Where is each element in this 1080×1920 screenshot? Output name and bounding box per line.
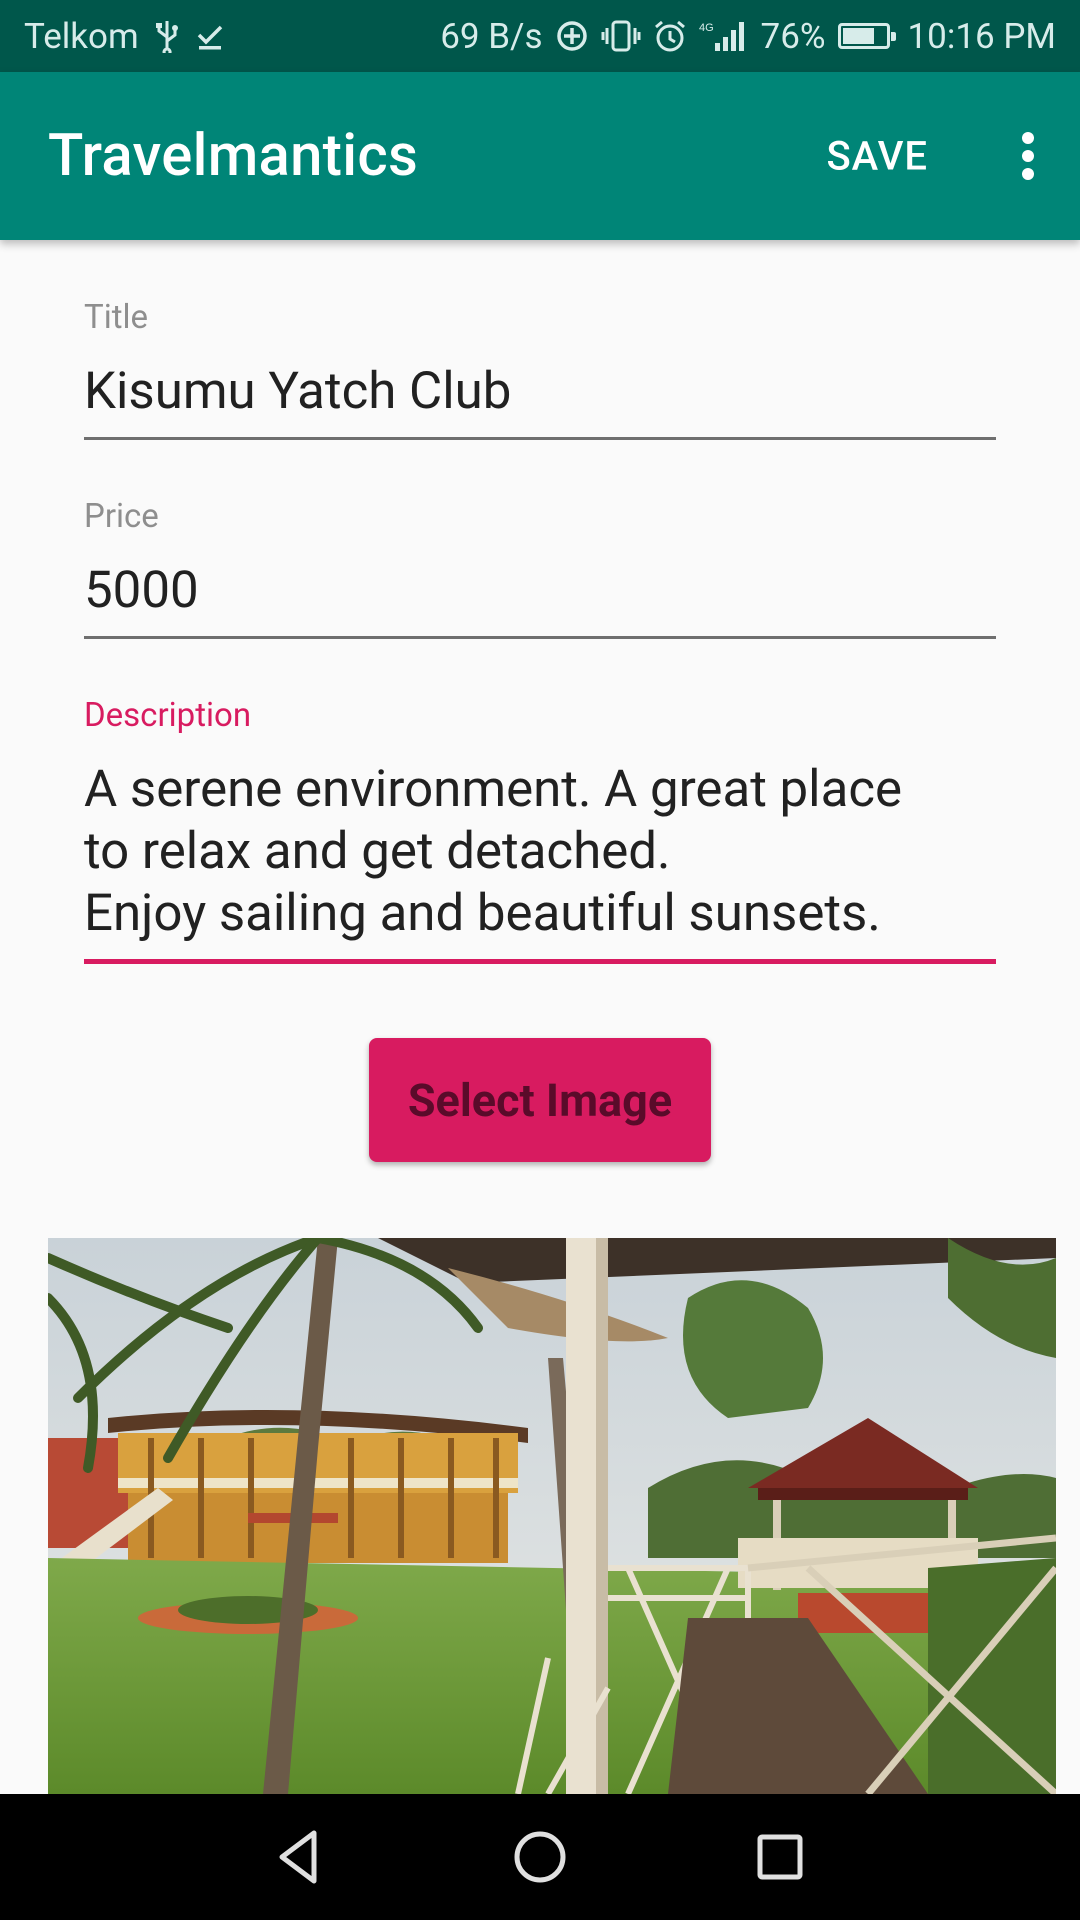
description-line: Enjoy sailing and beautiful sunsets. (84, 884, 881, 943)
title-input[interactable]: Kisumu Yatch Club (84, 361, 996, 423)
price-input[interactable]: 5000 (84, 560, 996, 622)
price-field-label: Price (84, 497, 159, 536)
navigation-bar (0, 1794, 1080, 1920)
overflow-menu-icon[interactable] (1004, 124, 1052, 188)
app-bar: Travelmantics SAVE (0, 72, 1080, 240)
signal-icon: 4G (699, 19, 749, 53)
alarm-icon (653, 19, 687, 53)
back-icon[interactable] (268, 1825, 332, 1889)
app-title: Travelmantics (48, 122, 419, 190)
vibrate-icon (601, 19, 641, 53)
data-saver-icon (555, 19, 589, 53)
description-underline (84, 959, 996, 964)
recents-icon[interactable] (748, 1825, 812, 1889)
carrier-label: Telkom (24, 15, 139, 57)
description-field[interactable]: Description A serene environment. A grea… (84, 696, 996, 964)
select-image-button[interactable]: Select Image (369, 1038, 711, 1162)
network-type-label: 4G (699, 22, 714, 34)
description-line: to relax and get detached. (84, 822, 671, 881)
download-done-icon (195, 21, 225, 51)
selected-image (48, 1238, 1056, 1794)
clock-label: 10:16 PM (907, 15, 1056, 57)
title-field[interactable]: Title Kisumu Yatch Club (84, 298, 996, 440)
title-underline (84, 437, 996, 440)
status-bar: Telkom 69 B/s 4G 76% 10:16 PM (0, 0, 1080, 72)
usb-icon (153, 19, 181, 53)
price-field[interactable]: Price 5000 (84, 497, 996, 639)
battery-charging-icon (837, 23, 896, 49)
battery-percent-label: 76% (760, 15, 826, 57)
description-line: A serene environment. A great place (84, 760, 903, 819)
description-field-label: Description (84, 696, 252, 735)
title-field-label: Title (84, 298, 149, 337)
description-input[interactable]: A serene environment. A great place to r… (84, 759, 996, 945)
home-icon[interactable] (508, 1825, 572, 1889)
price-underline (84, 636, 996, 639)
save-button[interactable]: SAVE (826, 133, 928, 180)
net-speed-label: 69 B/s (440, 15, 543, 57)
